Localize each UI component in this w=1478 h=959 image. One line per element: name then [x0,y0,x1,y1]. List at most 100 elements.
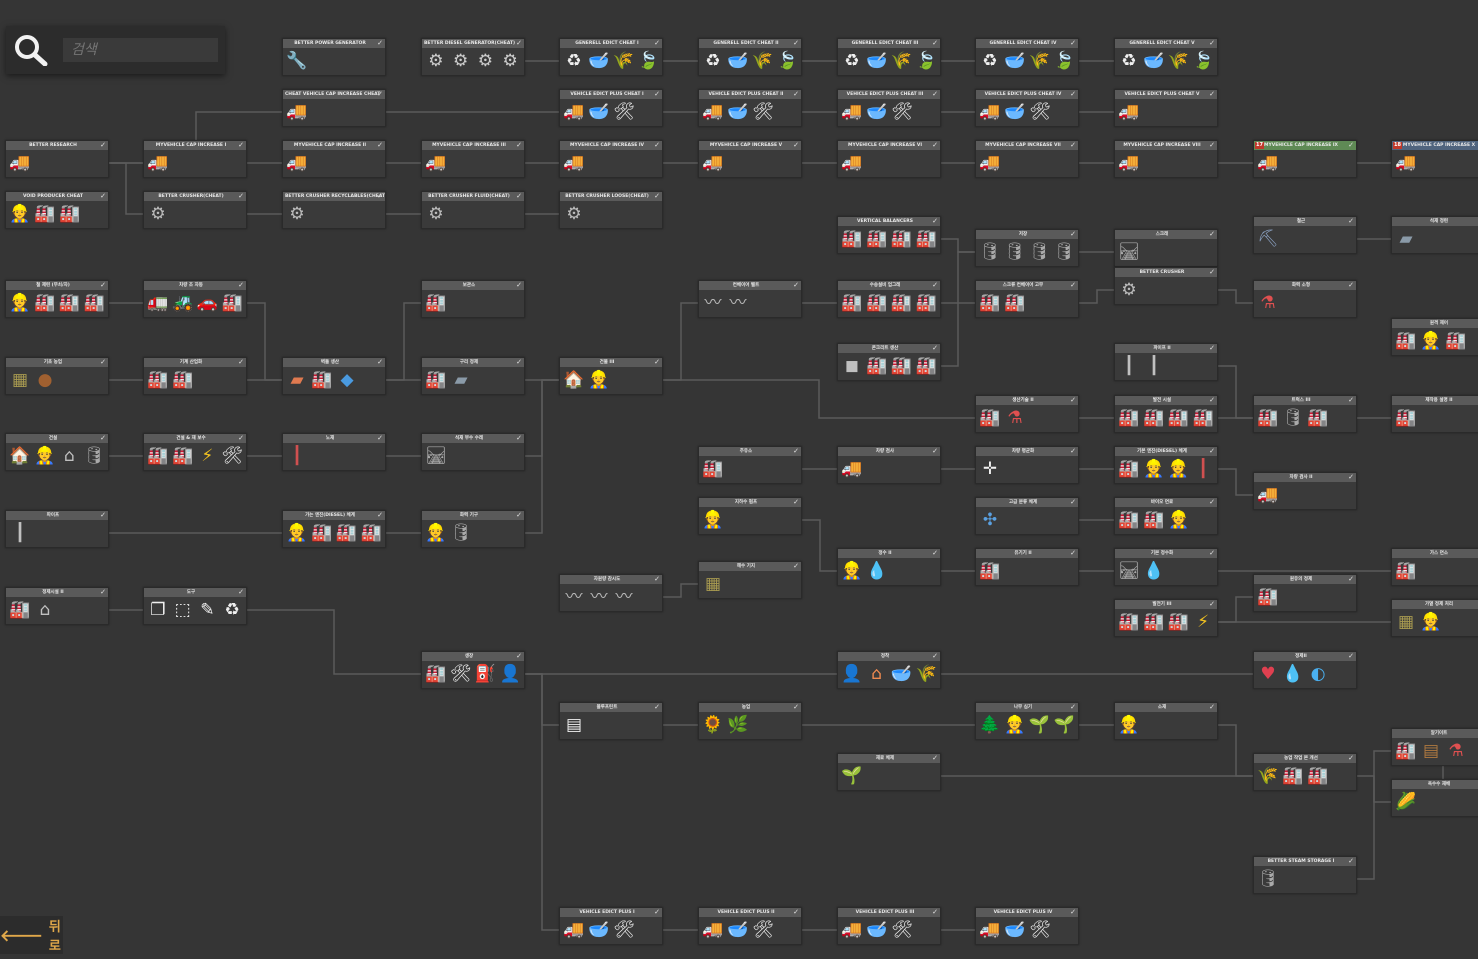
research-node[interactable]: 제작용 설명 II✓ 🏭 [1391,395,1478,433]
machine-icon[interactable]: 🏭 [1168,407,1190,429]
machine-icon[interactable]: 🏭 [1257,407,1279,429]
recycle-icon[interactable]: ♻ [841,50,863,72]
truck-plus-icon[interactable]: 🚚 [841,101,863,123]
research-node[interactable]: BETTER CRUSHER RECYCLABLES(CHEAT) ✓ ⚙ [282,191,386,229]
machine-icon[interactable]: 🏭 [425,292,447,314]
search-input[interactable] [63,38,218,62]
machine-icon[interactable]: 🏭 [1395,330,1417,352]
tank-icon[interactable]: 🛢 [450,522,472,544]
crops-icon[interactable]: 🌾 [915,663,937,685]
research-node[interactable]: 해수 기지 ✓ ▦ [698,561,802,599]
bowl-icon[interactable]: 🥣 [891,663,913,685]
machine-icon[interactable]: 🏭 [1307,765,1329,787]
field-icon[interactable]: ▦ [1395,611,1417,633]
truck-plus-icon[interactable]: 🚚 [1395,152,1417,174]
research-node[interactable]: 파이프 ✓ ┃ [5,510,109,548]
research-node[interactable]: GENERELL EDICT CHEAT V ✓ ♻ 🥣 🌾 🍃 [1114,38,1218,76]
tank-icon[interactable]: 🛢 [1053,241,1075,263]
crate-icon[interactable]: ▤ [1420,740,1442,762]
machine-icon[interactable]: 🏭 [1192,407,1214,429]
tools-icon[interactable]: 🛠 [752,101,774,123]
research-node[interactable]: 정착 ✓ 👤 ⌂ 🥣 🌾 [837,651,941,689]
worker-icon[interactable]: 👷 [702,509,724,531]
bowl-icon[interactable]: 🥣 [866,919,888,941]
tools-icon[interactable]: 🛠 [891,101,913,123]
research-node[interactable]: 도구 ✓ ❐ ⬚ ✎ ♻ [143,587,247,625]
research-node[interactable]: GENERELL EDICT CHEAT IV ✓ ♻ 🥣 🌾 🍃 [975,38,1079,76]
network-icon[interactable]: ✣ [979,509,1001,531]
tank-icon[interactable]: 🛢 [979,241,1001,263]
water-icon[interactable]: 💧 [1282,663,1304,685]
crusher-icon[interactable]: ⚙ [286,203,308,225]
truck-plus-icon[interactable]: 🚚 [702,919,724,941]
research-node[interactable]: 옥수수 재배✓ 🌽 [1391,779,1478,817]
crops-icon[interactable]: 🌾 [613,50,635,72]
machine-icon[interactable]: 🏭 [425,369,447,391]
machine-icon[interactable]: 🏭 [891,228,913,250]
research-node[interactable]: BETTER CRUSHER FLUID(CHEAT) ✓ ⚙ [421,191,525,229]
field-icon[interactable]: ▦ [9,369,31,391]
research-node[interactable]: MYVEHICLE CAP INCREASE II ✓ 🚚 [282,140,386,178]
pipe-icon[interactable]: ┃ [9,522,31,544]
research-node[interactable]: 콘크리트 생산 ✓ ◼ 🏭 🏭 🏭 [837,343,941,381]
machine-icon[interactable]: 🏭 [1395,560,1417,582]
truck-plus-icon[interactable]: 🚚 [286,152,308,174]
farm-icon[interactable]: 🌻 [702,714,724,736]
machine-icon[interactable]: 🏭 [866,355,888,377]
engine-icon[interactable]: ⚙ [450,50,472,72]
research-node[interactable]: 기본 엔진(DIESEL) 체계 ✓ 🏭 👷 👷 ┃ [1114,446,1218,484]
pipe-icon[interactable]: ┃ [1143,355,1165,377]
truck-plus-icon[interactable]: 🚚 [9,152,31,174]
truck-plus-icon[interactable]: 🚚 [702,152,724,174]
bowl-icon[interactable]: 🥣 [727,101,749,123]
worker-icon[interactable]: 👷 [34,445,56,467]
tank-icon[interactable]: 🛢 [83,445,105,467]
bowl-icon[interactable]: 🥣 [727,919,749,941]
truck-plus-icon[interactable]: 🚚 [1118,101,1140,123]
crusher-icon[interactable]: ⚙ [425,203,447,225]
conveyor-icon[interactable]: 〰 [702,292,724,314]
research-node[interactable]: 생장 ✓ 🏭 🛠 ⛽ 👤 [421,651,525,689]
research-node[interactable]: 화력 소형 ✓ ⚗ [1253,280,1357,318]
leaf-icon[interactable]: 🍃 [1053,50,1075,72]
worker-icon[interactable]: 👷 [841,560,863,582]
truck-plus-icon[interactable]: 🚚 [1118,152,1140,174]
tools-icon[interactable]: 🛠 [1029,919,1051,941]
bowl-icon[interactable]: 🥣 [588,101,610,123]
research-node[interactable]: 농업 작업 본 개선 ✓ 🌾 🏭 🏭 [1253,753,1357,791]
crops-icon[interactable]: 🌾 [1168,50,1190,72]
research-node[interactable]: 원유의 정제 ✓ 🏭 [1253,574,1357,612]
bowl-icon[interactable]: 🥣 [866,101,888,123]
research-node[interactable]: 노재 ✓ ┃ [282,433,386,471]
research-node[interactable]: VOID PRODUCER CHEAT ✓ 👷 🏭 🏭 [5,191,109,229]
research-node[interactable]: 기본 정수화 ✓ 🛤 💧 [1114,548,1218,586]
machine-icon[interactable]: 🏭 [915,292,937,314]
research-node[interactable]: 건설 & 재 보수 ✓ 🏭 🏭 ⚡ 🛠 [143,433,247,471]
truck-plus-icon[interactable]: 🚚 [1257,484,1279,506]
recycle-icon[interactable]: ♻ [563,50,585,72]
research-node[interactable]: 바이오 연료 ✓ 🏭 🏭 👷 [1114,497,1218,535]
research-node[interactable]: 화력 기구 ✓ 👷 🛢 [421,510,525,548]
picker-icon[interactable]: ✎ [197,599,219,621]
crusher-icon[interactable]: ⚙ [1118,279,1140,301]
conveyor-icon[interactable]: 〰 [588,586,610,608]
machine-icon[interactable]: 🏭 [1282,765,1304,787]
leaf-icon[interactable]: 🍃 [1192,50,1214,72]
research-node[interactable]: VEHICLE EDICT PLUS CHEAT IV ✓ 🚚 🥣 🛠 [975,89,1079,127]
seed-icon[interactable]: ● [34,369,56,391]
truck-plus-icon[interactable]: 🚚 [147,152,169,174]
person-icon[interactable]: 👤 [841,663,863,685]
engine-icon[interactable]: ⚙ [425,50,447,72]
research-node[interactable]: 알기이트✓🏭▤⚗ [1391,728,1478,766]
truck-plus-icon[interactable]: 🚚 [979,919,1001,941]
research-node[interactable]: MYVEHICLE CAP INCREASE VIII ✓ 🚚 [1114,140,1218,178]
wrench-item-icon[interactable]: 🔧 [286,50,308,72]
machine-icon[interactable]: 🏭 [1445,330,1467,352]
machine-icon[interactable]: 🏭 [59,292,81,314]
worker-icon[interactable]: 👷 [9,203,31,225]
research-node[interactable]: 정수 II ✓ 👷 💧 [837,548,941,586]
machine-icon[interactable]: 🏭 [979,292,1001,314]
machine-icon[interactable]: 🏭 [702,458,724,480]
truck-plus-icon[interactable]: 🚚 [979,152,1001,174]
mask-icon[interactable]: ◐ [1307,663,1329,685]
